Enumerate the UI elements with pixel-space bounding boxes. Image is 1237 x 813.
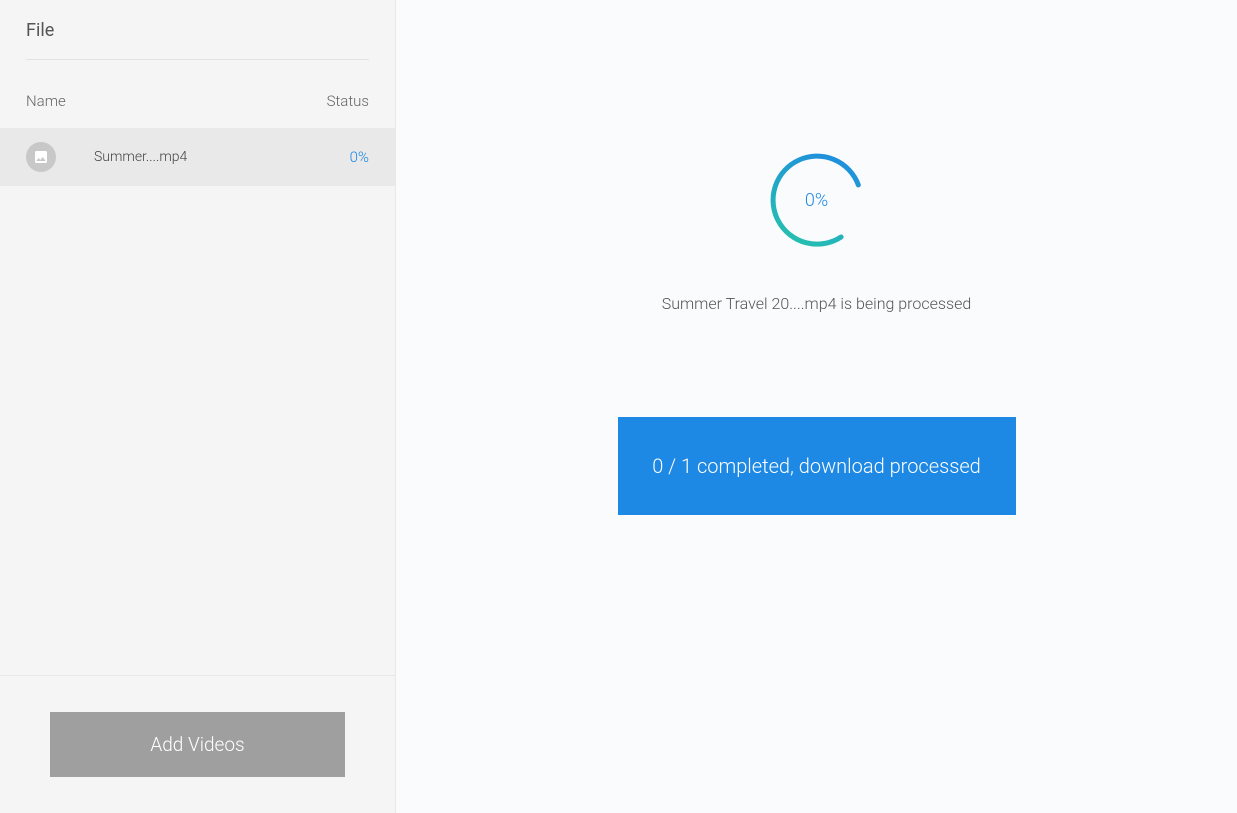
- col-name: Name: [26, 92, 66, 110]
- spinner-icon: [767, 150, 867, 250]
- file-row[interactable]: Summer....mp4 0%: [0, 128, 395, 186]
- sidebar-header: File: [0, 0, 395, 59]
- sidebar-title: File: [26, 20, 369, 41]
- processing-status-text: Summer Travel 20....mp4 is being process…: [662, 294, 972, 313]
- download-processed-button[interactable]: 0 / 1 completed, download processed: [618, 417, 1016, 515]
- file-media-icon: [26, 142, 56, 172]
- sidebar-footer: Add Videos: [0, 675, 395, 813]
- file-name: Summer....mp4: [74, 149, 332, 165]
- progress-spinner: 0%: [767, 150, 867, 250]
- main-panel: 0% Summer Travel 20....mp4 is being proc…: [396, 0, 1237, 813]
- col-status: Status: [327, 92, 369, 110]
- sidebar-body: [0, 186, 395, 675]
- sidebar: File Name Status Summer....mp4 0% Add Vi…: [0, 0, 396, 813]
- file-status: 0%: [350, 148, 369, 166]
- add-videos-button[interactable]: Add Videos: [50, 712, 345, 777]
- column-headers: Name Status: [0, 60, 395, 128]
